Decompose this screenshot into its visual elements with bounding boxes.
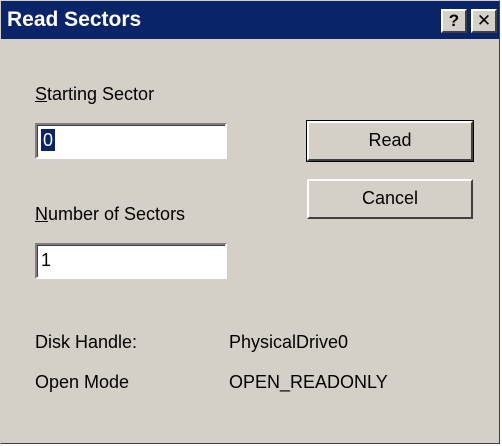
cancel-button-label: Cancel bbox=[361, 188, 419, 208]
starting-sector-input[interactable]: 0 bbox=[35, 123, 227, 159]
number-of-sectors-label-text: umber of Sectors bbox=[48, 204, 186, 224]
starting-sector-label-text: tarting Sector bbox=[47, 84, 155, 104]
starting-sector-value: 0 bbox=[41, 129, 56, 151]
number-of-sectors-accelerator: N bbox=[35, 204, 48, 224]
close-button[interactable]: ✕ bbox=[471, 9, 497, 33]
number-of-sectors-label: Number of Sectors bbox=[35, 203, 185, 225]
read-sectors-dialog: Read Sectors ? ✕ Starting Sector 0 Numbe… bbox=[0, 0, 500, 444]
read-button-label: Read bbox=[368, 130, 412, 150]
cancel-button[interactable]: Cancel bbox=[307, 179, 473, 219]
dialog-title: Read Sectors bbox=[7, 8, 142, 31]
starting-sector-accelerator: S bbox=[35, 84, 48, 104]
help-icon: ? bbox=[448, 11, 460, 30]
number-of-sectors-input[interactable]: 1 bbox=[35, 243, 227, 279]
disk-handle-value: PhysicalDrive0 bbox=[229, 332, 349, 352]
open-mode-value: OPEN_READONLY bbox=[229, 372, 388, 392]
open-mode-label: Open Mode bbox=[35, 372, 130, 392]
read-button[interactable]: Read bbox=[306, 120, 474, 162]
title-bar[interactable]: Read Sectors ? ✕ bbox=[1, 1, 499, 39]
help-button[interactable]: ? bbox=[441, 9, 467, 33]
number-of-sectors-value: 1 bbox=[41, 250, 52, 270]
starting-sector-label: Starting Sector bbox=[35, 83, 154, 105]
close-icon: ✕ bbox=[476, 11, 492, 30]
disk-handle-label: Disk Handle: bbox=[35, 332, 138, 352]
